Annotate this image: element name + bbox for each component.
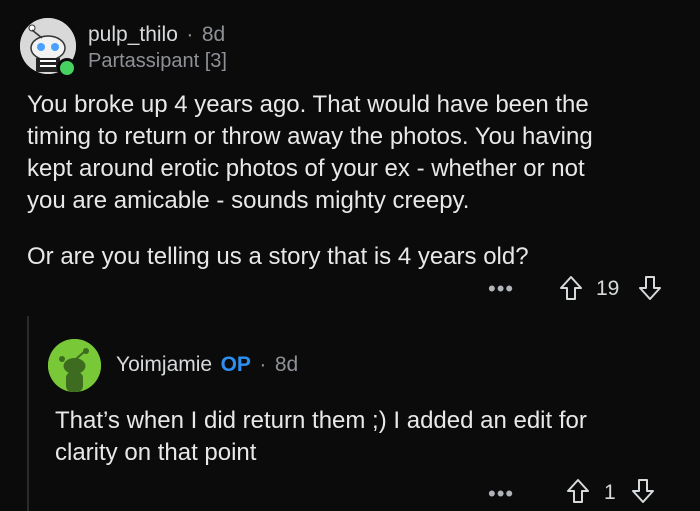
- upvote-icon[interactable]: [565, 477, 591, 510]
- comment-username[interactable]: pulp_thilo: [88, 23, 178, 46]
- snoo-avatar-icon: [48, 339, 101, 392]
- comment-body: You broke up 4 years ago. That would hav…: [27, 89, 593, 273]
- reply-line: That’s when I did return them ;) I added…: [55, 407, 587, 434]
- downvote-icon[interactable]: [637, 274, 663, 307]
- comment-age: 8d: [201, 23, 226, 46]
- comment-line: You broke up 4 years ago. That would hav…: [27, 91, 589, 118]
- upvote-icon[interactable]: [558, 274, 584, 307]
- comment-line: Or are you telling us a story that is 4 …: [27, 243, 529, 270]
- downvote-icon[interactable]: [630, 477, 656, 510]
- more-options-button[interactable]: •••: [488, 481, 514, 507]
- vote-score: 19: [596, 277, 620, 300]
- meta-separator: ·: [186, 23, 194, 46]
- reply-body: That’s when I did return them ;) I added…: [55, 405, 587, 469]
- vote-score: 1: [604, 481, 616, 504]
- meta-separator: ·: [259, 353, 267, 376]
- comment-line: timing to return or throw away the photo…: [27, 123, 593, 150]
- user-flair: Partassipant [3]: [88, 50, 227, 72]
- comment-line: you are amicable - sounds mighty creepy.: [27, 187, 470, 214]
- reply-avatar[interactable]: [48, 339, 101, 392]
- online-status-dot: [57, 58, 77, 78]
- comment-line: kept around erotic photos of your ex - w…: [27, 155, 585, 182]
- reply-username[interactable]: Yoimjamie: [116, 353, 212, 376]
- reply-line: clarity on that point: [55, 439, 257, 466]
- thread-line[interactable]: [27, 316, 29, 511]
- more-options-button[interactable]: •••: [488, 276, 514, 302]
- reply-age: 8d: [274, 353, 299, 376]
- op-badge: OP: [220, 353, 251, 376]
